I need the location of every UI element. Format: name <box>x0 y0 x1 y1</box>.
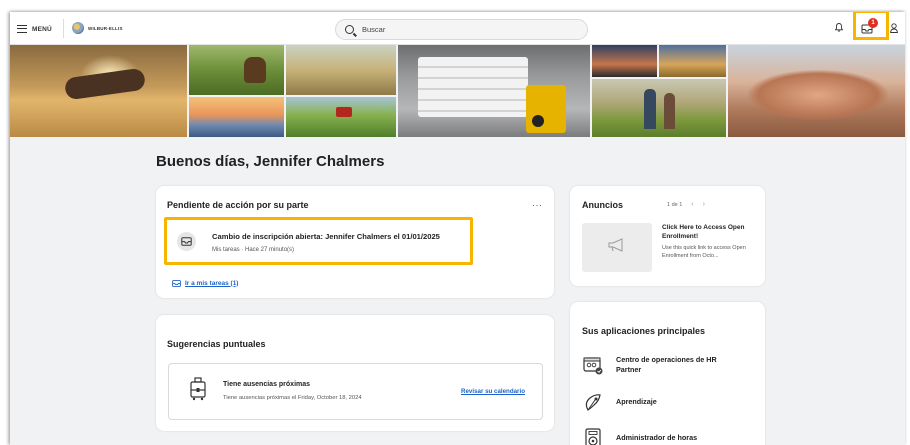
search-input[interactable]: Buscar <box>335 19 588 40</box>
tractor-photo <box>286 97 396 137</box>
search-icon <box>345 25 354 34</box>
banner-collage <box>10 45 905 137</box>
menu-button[interactable]: MENÚ <box>17 21 52 37</box>
hay-bale-photo <box>659 45 726 77</box>
top-bar: MENÚ WILBUR-ELLIS Buscar 1 <box>10 12 905 45</box>
go-to-tasks-label: Ir a mis tareas (1) <box>185 279 239 287</box>
luggage-icon <box>189 377 207 401</box>
time-manager-icon <box>582 427 604 445</box>
announcement-description: Use this quick link to access Open Enrol… <box>662 245 746 259</box>
learning-icon <box>582 391 604 413</box>
pager-count: 1 de 1 <box>667 201 683 208</box>
user-profile-icon[interactable] <box>890 23 898 33</box>
app-item-learning[interactable]: Aprendizaje <box>582 391 736 413</box>
company-logo[interactable]: WILBUR-ELLIS <box>72 22 123 34</box>
task-item[interactable]: Cambio de inscripción abierta: Jennifer … <box>164 217 473 265</box>
divider <box>63 19 64 38</box>
logo-text: WILBUR-ELLIS <box>88 25 123 31</box>
suggestion-description: Tiene ausencias próximas el Friday, Octo… <box>223 395 362 401</box>
sunset-water-photo <box>189 97 284 137</box>
warehouse-forklift-photo <box>398 45 590 137</box>
hamburger-icon <box>17 25 27 33</box>
inbox-badge: 1 <box>868 18 878 28</box>
search-placeholder: Buscar <box>362 25 386 34</box>
suggestions-card: Sugerencias puntuales Tiene ausencias pr… <box>156 315 554 431</box>
announcements-pager: 1 de 1 ‹ › <box>667 201 705 208</box>
greeting-heading: Buenos días, Jennifer Chalmers <box>156 153 385 170</box>
more-options-button[interactable]: ··· <box>532 200 543 210</box>
app-item-hr-partner[interactable]: Centro de operaciones de HR Partner <box>582 354 736 376</box>
announcement-title[interactable]: Click Here to Access Open Enrollment! <box>662 223 758 241</box>
card-title: Sus aplicaciones principales <box>582 326 706 336</box>
top-apps-card: Sus aplicaciones principales Centro de o… <box>570 302 765 445</box>
app-label: Aprendizaje <box>616 397 657 406</box>
sunset-sky-photo <box>592 45 657 77</box>
menu-label: MENÚ <box>32 25 52 33</box>
inbox-tray-icon <box>172 274 181 292</box>
next-arrow-icon[interactable]: › <box>703 201 705 208</box>
handshake-photo <box>10 45 187 137</box>
couple-field-photo <box>592 79 726 137</box>
notifications-bell-icon[interactable] <box>835 23 843 32</box>
task-title: Cambio de inscripción abierta: Jennifer … <box>212 232 440 241</box>
task-meta: Mis tareas · Hace 27 minuto(s) <box>212 247 295 253</box>
card-title: Sugerencias puntuales <box>167 339 266 349</box>
card-title: Anuncios <box>582 200 624 210</box>
inbox-tray-icon <box>177 232 196 251</box>
go-to-tasks-link[interactable]: Ir a mis tareas (1) <box>172 274 238 292</box>
dog-field-photo <box>189 45 284 95</box>
announcements-card: Anuncios 1 de 1 ‹ › Click Here to Access… <box>570 186 765 286</box>
review-calendar-link[interactable]: Revisar su calendario <box>461 388 525 395</box>
logo-icon <box>72 22 84 34</box>
announcement-thumbnail[interactable] <box>582 223 652 272</box>
app-window: MENÚ WILBUR-ELLIS Buscar 1 Buenos días, … <box>10 12 905 445</box>
app-label: Centro de operaciones de HR Partner <box>616 355 717 374</box>
pending-actions-card: Pendiente de acción por su parte ··· Cam… <box>156 186 554 298</box>
app-item-time-manager[interactable]: Administrador de horas <box>582 427 736 445</box>
farmer-field-photo <box>286 45 396 95</box>
megaphone-icon <box>607 238 627 257</box>
suggestion-item: Tiene ausencias próximas Tiene ausencias… <box>168 363 543 420</box>
suggestion-title: Tiene ausencias próximas <box>223 381 311 388</box>
app-label: Administrador de horas <box>616 433 698 442</box>
hands-together-photo <box>728 45 905 137</box>
hr-partner-icon <box>582 354 604 376</box>
card-title: Pendiente de acción por su parte <box>167 200 309 210</box>
previous-arrow-icon[interactable]: ‹ <box>691 201 693 208</box>
